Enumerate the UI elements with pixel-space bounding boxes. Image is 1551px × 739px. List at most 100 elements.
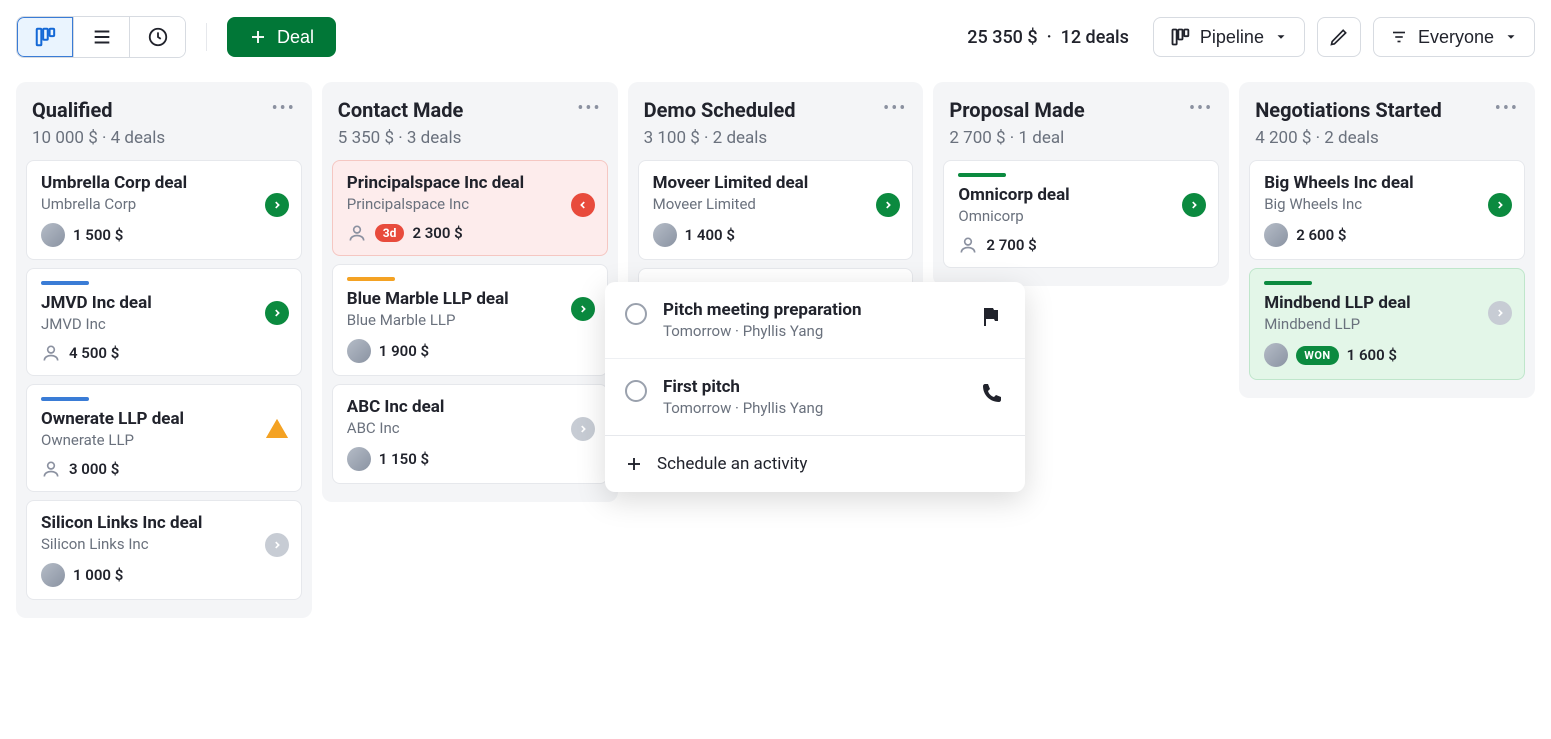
deal-title: Mindbend LLP deal: [1264, 293, 1510, 313]
deal-meta-row: 4 500 $: [41, 343, 287, 363]
deal-card[interactable]: Big Wheels Inc deal Big Wheels Inc 2 600 $: [1249, 160, 1525, 260]
card-color-bar: [41, 281, 89, 285]
deal-amount: 1 500 $: [73, 226, 123, 244]
activity-status-icon[interactable]: [876, 193, 900, 217]
activity-status-icon[interactable]: [571, 297, 595, 321]
deal-amount: 3 000 $: [69, 460, 119, 478]
pencil-icon: [1329, 27, 1349, 47]
person-icon: [347, 223, 367, 243]
pipeline-column: Proposal Made •••2 700 $ · 1 dealOmnicor…: [933, 82, 1229, 286]
add-deal-button[interactable]: Deal: [227, 17, 336, 57]
activity-status-icon[interactable]: [571, 417, 595, 441]
deal-card[interactable]: JMVD Inc deal JMVD Inc 4 500 $: [26, 268, 302, 376]
activity-status-icon[interactable]: [1488, 193, 1512, 217]
add-deal-label: Deal: [277, 27, 314, 48]
activity-status-icon[interactable]: [265, 533, 289, 557]
deal-title: Umbrella Corp deal: [41, 173, 287, 193]
board-summary: 25 350 $ · 12 deals: [967, 27, 1129, 48]
deal-title: Big Wheels Inc deal: [1264, 173, 1510, 193]
pipeline-selector[interactable]: Pipeline: [1153, 17, 1305, 57]
deal-amount: 1 900 $: [379, 342, 429, 360]
pipeline-column: Contact Made •••5 350 $ · 3 dealsPrincip…: [322, 82, 618, 502]
activity-status-icon[interactable]: [1488, 301, 1512, 325]
column-menu-button[interactable]: •••: [883, 98, 907, 119]
column-menu-button[interactable]: •••: [1189, 98, 1213, 119]
activity-item[interactable]: Pitch meeting preparation Tomorrow · Phy…: [605, 282, 1025, 358]
kanban-icon: [34, 26, 56, 48]
owner-avatar: [347, 447, 371, 471]
owner-avatar: [41, 223, 65, 247]
column-title: Demo Scheduled: [644, 98, 796, 122]
deal-card[interactable]: Silicon Links Inc dealSilicon Links Inc1…: [26, 500, 302, 600]
pipeline-label: Pipeline: [1200, 27, 1264, 48]
plus-icon: [249, 28, 267, 46]
deal-org: JMVD Inc: [41, 315, 287, 333]
column-menu-button[interactable]: •••: [1495, 98, 1519, 119]
deal-amount: 2 300 $: [412, 224, 462, 242]
owner-filter[interactable]: Everyone: [1373, 17, 1535, 57]
chevron-down-icon: [1274, 30, 1288, 44]
list-view-button[interactable]: [73, 17, 129, 57]
edit-pipeline-button[interactable]: [1317, 17, 1361, 57]
overdue-badge: 3d: [375, 224, 405, 242]
deal-amount: 1 600 $: [1347, 346, 1397, 364]
deal-title: Principalspace Inc deal: [347, 173, 593, 193]
deal-meta-row: 1 400 $: [653, 223, 899, 247]
column-summary: 3 100 $ · 2 deals: [638, 128, 914, 160]
won-badge: WON: [1296, 346, 1338, 365]
column-menu-button[interactable]: •••: [577, 98, 601, 119]
column-menu-button[interactable]: •••: [272, 98, 296, 119]
card-color-bar: [347, 277, 395, 281]
deal-title: JMVD Inc deal: [41, 293, 287, 313]
deal-meta-row: 2 600 $: [1264, 223, 1510, 247]
flag-icon: [977, 305, 1005, 329]
deal-title: ABC Inc deal: [347, 397, 593, 417]
activity-done-toggle[interactable]: [625, 303, 647, 325]
person-icon: [41, 459, 61, 479]
summary-deals: 12 deals: [1061, 27, 1129, 48]
column-title: Negotiations Started: [1255, 98, 1442, 122]
activity-status-icon[interactable]: [265, 301, 289, 325]
deal-org: Big Wheels Inc: [1264, 195, 1510, 213]
activity-status-icon[interactable]: [571, 193, 595, 217]
deal-meta-row: 1 500 $: [41, 223, 287, 247]
owner-avatar: [1264, 223, 1288, 247]
deal-card[interactable]: Omnicorp dealOmnicorp2 700 $: [943, 160, 1219, 268]
deal-card[interactable]: ABC Inc deal ABC Inc 1 150 $: [332, 384, 608, 484]
card-color-bar: [1264, 281, 1312, 285]
deal-card[interactable]: Mindbend LLP dealMindbend LLPWON1 600 $: [1249, 268, 1525, 380]
deal-amount: 4 500 $: [69, 344, 119, 362]
deal-card[interactable]: Blue Marble LLP dealBlue Marble LLP1 900…: [332, 264, 608, 376]
owner-avatar: [41, 563, 65, 587]
forecast-icon: [147, 26, 169, 48]
filter-icon: [1390, 28, 1408, 46]
deal-org: Silicon Links Inc: [41, 535, 287, 553]
activity-item[interactable]: First pitch Tomorrow · Phyllis Yang: [605, 358, 1025, 435]
owner-avatar: [347, 339, 371, 363]
activity-status-icon[interactable]: [1182, 193, 1206, 217]
deal-card[interactable]: Principalspace Inc deal Principalspace In…: [332, 160, 608, 256]
deal-card[interactable]: Moveer Limited dealMoveer Limited1 400 $: [638, 160, 914, 260]
deal-org: Moveer Limited: [653, 195, 899, 213]
pipeline-icon: [1170, 27, 1190, 47]
column-title: Qualified: [32, 98, 113, 122]
deal-org: Blue Marble LLP: [347, 311, 593, 329]
activities-popover: Pitch meeting preparation Tomorrow · Phy…: [605, 282, 1025, 492]
deal-card[interactable]: Ownerate LLP dealOwnerate LLP3 000 $: [26, 384, 302, 492]
deal-amount: 2 600 $: [1296, 226, 1346, 244]
forecast-view-button[interactable]: [129, 17, 185, 57]
deal-card[interactable]: Umbrella Corp dealUmbrella Corp1 500 $: [26, 160, 302, 260]
activity-status-icon[interactable]: [265, 193, 289, 217]
deal-title: Omnicorp deal: [958, 185, 1204, 205]
deal-meta-row: 1 150 $: [347, 447, 593, 471]
filter-label: Everyone: [1418, 27, 1494, 48]
activity-title: First pitch: [663, 377, 961, 397]
kanban-view-button[interactable]: [17, 17, 73, 57]
view-switcher: [16, 16, 186, 58]
deal-org: ABC Inc: [347, 419, 593, 437]
schedule-activity-button[interactable]: Schedule an activity: [605, 435, 1025, 492]
activity-done-toggle[interactable]: [625, 380, 647, 402]
plus-icon: [625, 455, 643, 473]
activity-subtitle: Tomorrow · Phyllis Yang: [663, 399, 961, 417]
deal-org: Principalspace Inc: [347, 195, 593, 213]
